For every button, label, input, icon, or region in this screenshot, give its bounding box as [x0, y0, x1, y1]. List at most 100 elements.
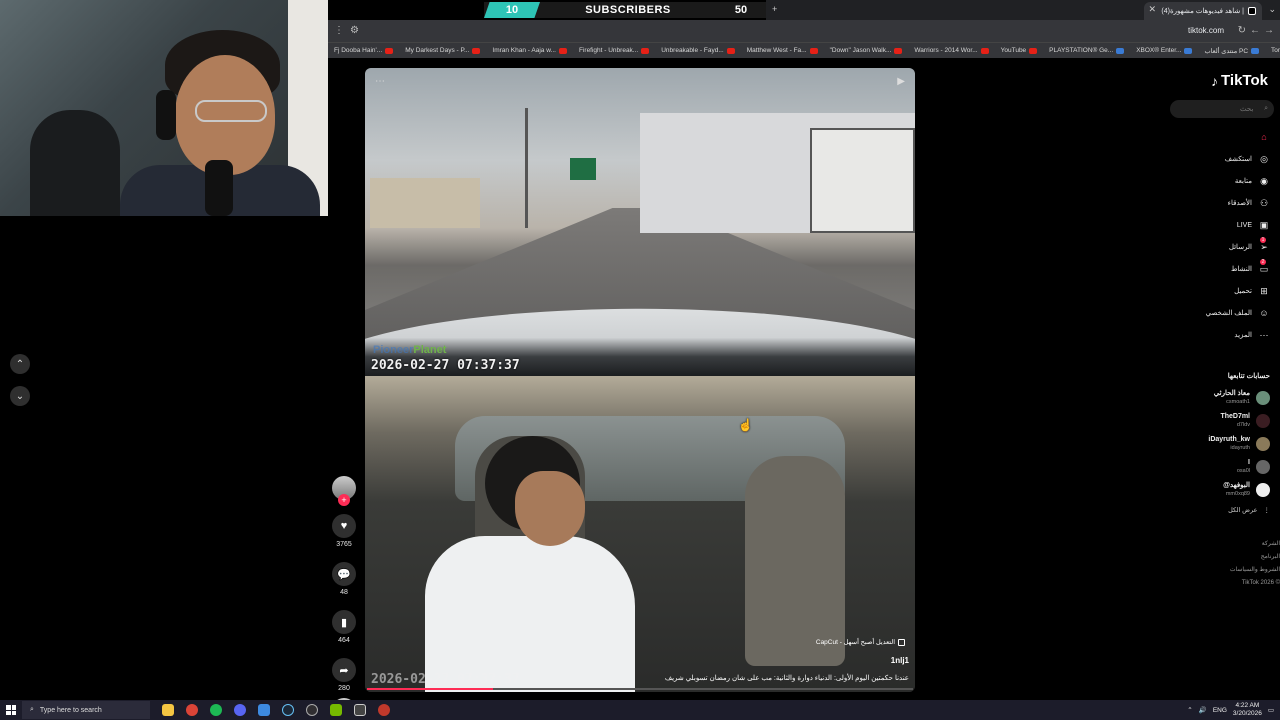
address-bar[interactable]: ⋮ ⚙ tiktok.com → ← ↻ ≡: [328, 20, 1280, 42]
url-text[interactable]: tiktok.com: [1188, 26, 1224, 35]
sidebar-item-friends[interactable]: الأصدقاء ⚇: [1160, 192, 1270, 214]
language-indicator[interactable]: ENG: [1213, 707, 1227, 714]
sidebar-item-compass[interactable]: استكشف ◎: [1160, 148, 1270, 170]
tiktok-logo[interactable]: ♪ TikTok: [1211, 72, 1268, 89]
obs-icon[interactable]: [300, 700, 324, 720]
bookmark-item[interactable]: Warriors - 2014 Wor...: [908, 47, 994, 54]
bookmark-item[interactable]: YouTube: [995, 47, 1044, 54]
bookmark-item[interactable]: Firefight - Unbreak...: [573, 47, 655, 54]
close-tab-icon[interactable]: ✕: [1148, 4, 1156, 15]
account-handle: idayruth: [1230, 444, 1250, 451]
video-author[interactable]: 1nlj1: [891, 656, 909, 665]
sidebar-item-messages[interactable]: الرسائل ➢ 1: [1160, 236, 1270, 258]
search-icon[interactable]: ⌕: [1264, 105, 1268, 113]
youtube-icon: [385, 47, 394, 54]
volume-icon[interactable]: 🔊: [1199, 706, 1207, 714]
bookmark-label: "Down" Jason Walk...: [829, 47, 892, 54]
taskbar-search-input[interactable]: ⌕ Type here to search: [22, 701, 150, 719]
clock[interactable]: 4:22 AM 3/20/2026: [1233, 702, 1262, 718]
subscriber-goal: 50: [734, 4, 748, 16]
sidebar-item-activity[interactable]: النشاط ▭ 2: [1160, 258, 1270, 280]
windows-start-icon[interactable]: [0, 700, 22, 720]
account-name: معاذ الحارثي: [1213, 389, 1250, 397]
share-icon[interactable]: ➦: [332, 658, 356, 682]
comment-count: 48: [340, 589, 348, 596]
like-icon[interactable]: ♥: [332, 514, 356, 538]
bookmark-item[interactable]: PLAYSTATION® Ge...: [1043, 47, 1130, 54]
search-input[interactable]: بحث ⌕: [1170, 100, 1274, 118]
store-icon[interactable]: [252, 700, 276, 720]
windows-taskbar: ⌕ Type here to search ⌃ 🔊 ENG 4:22 AM 3/…: [0, 700, 1280, 720]
spotify-icon[interactable]: [204, 700, 228, 720]
video-progress-bar[interactable]: [367, 688, 913, 690]
bookmark-item[interactable]: "Down" Jason Walk...: [824, 47, 909, 54]
following-account[interactable]: معاذ الحارثي csmoath1: [1160, 386, 1270, 409]
extensions-icon[interactable]: ⚙: [350, 25, 359, 36]
footer-link[interactable]: البرنامج: [1220, 551, 1280, 564]
account-names: TheD7ml d7ldv: [1220, 413, 1250, 429]
bookmarks-bar: Fj Dooba Hain'... My Darkest Days - P... I…: [328, 42, 1280, 58]
browser-tab[interactable]: (4)شاهد فيديوهات مشهورة |: [1144, 2, 1262, 20]
new-tab-icon[interactable]: +: [772, 4, 777, 14]
next-video-button[interactable]: ⌄: [10, 386, 30, 406]
sidebar-item-label: تحميل: [1234, 288, 1252, 295]
sidebar-item-label: LIVE: [1236, 221, 1252, 229]
bookmark-item[interactable]: Torrents - TD: [1265, 47, 1280, 54]
video-player[interactable]: PioneerPlanet 2026-02-27 07:37:37 2026-0…: [365, 68, 915, 692]
subscriber-goal-bar: 10 SUBSCRIBERS 50: [484, 2, 766, 18]
back-icon[interactable]: ←: [1250, 25, 1260, 36]
save-count: 464: [338, 637, 350, 644]
following-account[interactable]: TheD7ml d7ldv: [1160, 409, 1270, 432]
menu-icon[interactable]: ⋮: [334, 25, 344, 36]
search-icon: ⌕: [30, 706, 34, 713]
video-options-icon[interactable]: ⋯: [375, 76, 385, 87]
steam-icon[interactable]: [276, 700, 300, 720]
forum-icon: [1251, 47, 1260, 54]
notifications-icon[interactable]: ▭: [1268, 706, 1274, 714]
footer-link[interactable]: TikTok 2026 ©: [1220, 577, 1280, 590]
discord-icon[interactable]: [228, 700, 252, 720]
media-player-icon[interactable]: [324, 700, 348, 720]
recorder-icon[interactable]: [372, 700, 396, 720]
like-count: 3765: [336, 541, 352, 548]
footer-link[interactable]: الشروط والسياسات: [1220, 564, 1280, 577]
sidebar-item-more[interactable]: المزيد ⋯: [1160, 324, 1270, 346]
sidebar-item-live[interactable]: LIVE ▣: [1160, 214, 1270, 236]
sidebar-item-upload[interactable]: تحميل ⊞: [1160, 280, 1270, 302]
creator-avatar[interactable]: +: [332, 476, 356, 506]
sidebar-item-profile[interactable]: الملف الشخصي ☺: [1160, 302, 1270, 324]
forward-icon[interactable]: →: [1264, 25, 1274, 36]
bookmark-item[interactable]: XBOX® Enter...: [1130, 47, 1198, 54]
sidebar-item-following[interactable]: متابعة ◉: [1160, 170, 1270, 192]
follow-plus-icon[interactable]: +: [338, 494, 350, 506]
sidebar-item-label: النشاط: [1230, 266, 1252, 273]
chrome-icon[interactable]: [180, 700, 204, 720]
capcut-tag[interactable]: CapCut - التعديل أصبح أسهل: [816, 638, 905, 646]
following-account[interactable]: iDayruth_kw idayruth: [1160, 432, 1270, 455]
youtube-icon: [1029, 47, 1038, 54]
tray-expand-icon[interactable]: ⌃: [1187, 706, 1192, 714]
bookmark-item[interactable]: Matthew West - Fa...: [741, 47, 824, 54]
bookmark-label: Matthew West - Fa...: [746, 47, 807, 54]
avatar: [1256, 413, 1270, 428]
bookmark-icon[interactable]: ▮: [332, 610, 356, 634]
bookmark-label: Torrents - TD: [1271, 47, 1280, 54]
sidebar-item-home[interactable]: ⌂: [1160, 126, 1270, 148]
bookmark-item[interactable]: منتدى ألعاب PC: [1198, 47, 1265, 55]
sidebar-item-label: الرسائل: [1228, 244, 1252, 251]
video-share-icon[interactable]: ▶: [897, 76, 905, 87]
previous-video-button[interactable]: ⌃: [10, 354, 30, 374]
bookmark-item[interactable]: My Darkest Days - P...: [399, 47, 486, 54]
following-account[interactable]: Iosa0l: [1160, 455, 1270, 478]
tab-search-icon[interactable]: ⌄: [1268, 4, 1276, 15]
file-explorer-icon[interactable]: [156, 700, 180, 720]
bookmark-item[interactable]: Unbreakable - Fayd...: [655, 47, 741, 54]
bookmark-item[interactable]: Imran Khan - Aaja w...: [486, 47, 573, 54]
see-all-link[interactable]: عرض الكل ⋮: [1228, 506, 1270, 514]
bookmark-item[interactable]: Fj Dooba Hain'...: [328, 47, 399, 54]
reload-icon[interactable]: ↻: [1238, 25, 1246, 36]
comment-icon[interactable]: 💬: [332, 562, 356, 586]
following-account[interactable]: @البوفهد mm0xq89: [1160, 478, 1270, 501]
footer-link[interactable]: الشركة: [1220, 538, 1280, 551]
capture-icon[interactable]: [348, 700, 372, 720]
